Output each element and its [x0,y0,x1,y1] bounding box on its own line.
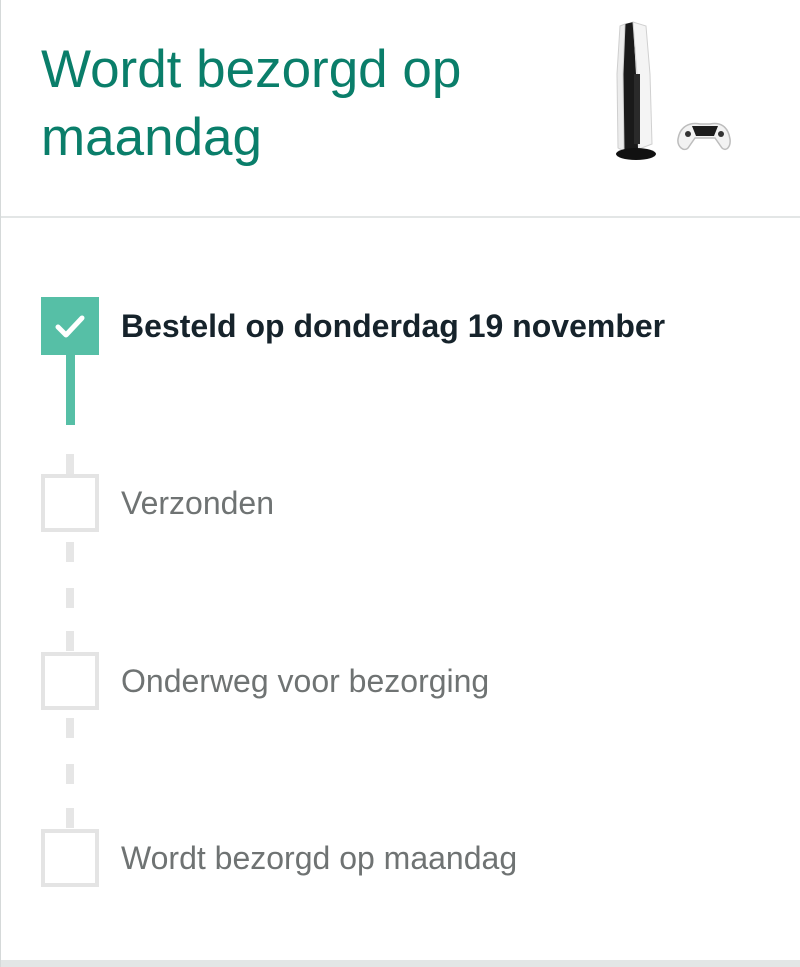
product-image[interactable] [584,14,761,170]
delivery-status-title: Wordt bezorgd op maandag [41,40,462,167]
timeline-step-delivered: Wordt bezorgd op maandag [41,829,761,887]
bottom-divider [1,960,800,967]
timeline-connector-dash [66,718,74,738]
step-checkbox-pending [41,474,99,532]
check-icon [55,315,85,338]
timeline-step-out-for-delivery: Onderweg voor bezorging [41,652,761,710]
step-label-shipped: Verzonden [121,485,275,521]
step-checkbox-done [41,297,99,355]
timeline-connector-dash [66,764,74,784]
step-checkbox-pending [41,829,99,887]
timeline-connector-dash [66,588,74,608]
delivery-timeline: Besteld op donderdag 19 november Verzond… [1,218,800,963]
step-label-ordered: Besteld op donderdag 19 november [121,308,666,344]
timeline-connector-dash [66,542,74,562]
timeline-connector-dash [66,454,74,474]
timeline-step-ordered: Besteld op donderdag 19 november [41,297,761,355]
ps5-console-icon [616,21,731,160]
timeline-connector-complete [66,355,75,425]
step-label-out-for-delivery: Onderweg voor bezorging [121,663,490,699]
step-checkbox-pending [41,652,99,710]
step-label-delivered: Wordt bezorgd op maandag [121,840,518,876]
timeline-connector-dash [66,631,74,651]
timeline-connector-dash [66,808,74,828]
tracking-header: Wordt bezorgd op maandag [1,0,800,218]
delivery-tracking-card: Wordt bezorgd op maandag Besteld op dond… [0,0,800,967]
timeline-step-shipped: Verzonden [41,474,761,532]
